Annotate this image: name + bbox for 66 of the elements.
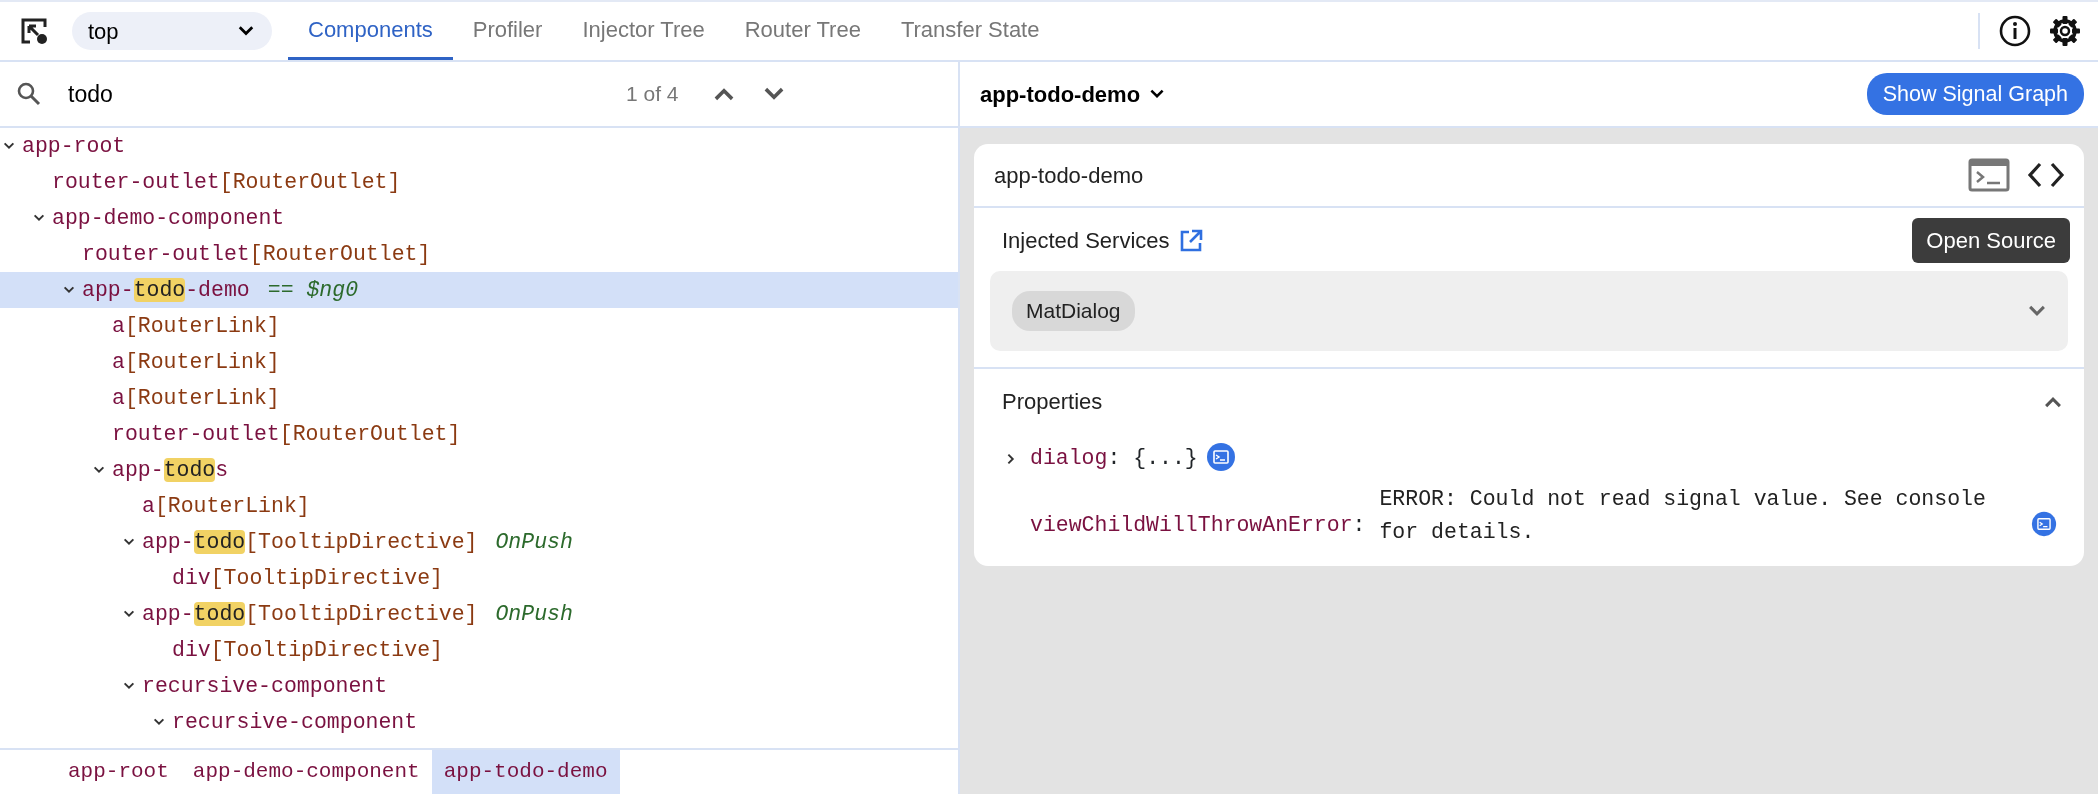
node-label: app-todo[TooltipDirective] bbox=[142, 528, 478, 556]
frame-dropdown[interactable]: top bbox=[72, 12, 272, 50]
tree-row[interactable]: router-outlet[RouterOutlet] bbox=[0, 236, 958, 272]
tree-row[interactable]: router-outlet[RouterOutlet] bbox=[0, 164, 958, 200]
tree-row[interactable]: app-todo[TooltipDirective] OnPush bbox=[0, 524, 958, 560]
match-count: 1 of 4 bbox=[626, 81, 679, 108]
tab[interactable]: Injector Tree bbox=[562, 2, 725, 60]
tree-row[interactable]: div[TooltipDirective] bbox=[0, 632, 958, 668]
tree-row[interactable]: app-demo-component bbox=[0, 200, 958, 236]
node-label: app-todo-demo bbox=[82, 276, 250, 304]
card-title: app-todo-demo bbox=[994, 161, 1144, 190]
property-key: viewChildWillThrowAnError bbox=[1030, 509, 1353, 542]
node-label: router-outlet[RouterOutlet] bbox=[112, 420, 461, 448]
console-icon[interactable] bbox=[1205, 442, 1236, 472]
tooltip: Open Source bbox=[1912, 218, 2070, 263]
node-label: app-todos bbox=[112, 456, 229, 484]
node-label: a[RouterLink] bbox=[112, 348, 280, 376]
node-label: div[TooltipDirective] bbox=[172, 636, 443, 664]
tree-row[interactable]: app-todos bbox=[0, 452, 958, 488]
node-label: recursive-component bbox=[142, 672, 388, 700]
tab[interactable]: Transfer State bbox=[880, 2, 1060, 60]
change-detection-label: OnPush bbox=[495, 600, 573, 628]
tree-row[interactable]: app-todo-demo == $ng0 bbox=[0, 272, 958, 308]
change-detection-label: OnPush bbox=[495, 528, 573, 556]
node-label: app-root bbox=[22, 132, 126, 160]
tree-row[interactable]: recursive-component bbox=[0, 668, 958, 704]
tree-row[interactable]: app-root bbox=[0, 128, 958, 164]
separator: : bbox=[1352, 512, 1366, 539]
section-title: Injected Services bbox=[1002, 227, 1170, 255]
node-label: app-demo-component bbox=[52, 204, 285, 232]
signal-graph-button[interactable]: Show Signal Graph bbox=[1866, 72, 2084, 116]
settings-icon[interactable] bbox=[2048, 14, 2082, 48]
info-icon[interactable] bbox=[1998, 14, 2032, 48]
node-label: a[RouterLink] bbox=[142, 492, 310, 520]
tree-row[interactable]: a[RouterLink] bbox=[0, 308, 958, 344]
console-icon[interactable] bbox=[1968, 158, 2010, 192]
tab[interactable]: Router Tree bbox=[724, 2, 881, 60]
tab[interactable]: Profiler bbox=[452, 2, 563, 60]
service-chip[interactable]: MatDialog bbox=[1012, 291, 1135, 331]
tree-row[interactable]: a[RouterLink] bbox=[0, 380, 958, 416]
node-label: router-outlet[RouterOutlet] bbox=[52, 168, 401, 196]
code-icon[interactable] bbox=[2026, 160, 2066, 190]
node-label: div[TooltipDirective] bbox=[172, 564, 443, 592]
node-label: a[RouterLink] bbox=[112, 384, 280, 412]
section-title: Properties bbox=[1002, 388, 1103, 416]
node-label: app-todo[TooltipDirective] bbox=[142, 600, 478, 628]
breadcrumb[interactable]: app-demo-component bbox=[180, 750, 432, 794]
services-panel[interactable]: MatDialog bbox=[990, 271, 2068, 351]
reference-label: == $ng0 bbox=[267, 276, 359, 304]
breadcrumb[interactable]: app-root bbox=[56, 750, 181, 794]
node-label: a[RouterLink] bbox=[112, 312, 280, 340]
tab[interactable]: Components bbox=[288, 2, 453, 60]
search-icon bbox=[16, 81, 42, 107]
console-icon[interactable] bbox=[2031, 511, 2058, 537]
property-entry: dialog: {...} bbox=[1030, 445, 1198, 472]
component-selector[interactable]: app-todo-demo bbox=[980, 77, 1167, 111]
property-value: ERROR: Could not read signal value. See console for details. bbox=[1379, 486, 1987, 547]
node-label: router-outlet[RouterOutlet] bbox=[82, 240, 431, 268]
tree-row[interactable]: div[TooltipDirective] bbox=[0, 560, 958, 596]
breadcrumb[interactable]: app-todo-demo bbox=[431, 750, 620, 794]
tree-row[interactable]: a[RouterLink] bbox=[0, 488, 958, 524]
tree-row[interactable]: recursive-component bbox=[0, 704, 958, 740]
node-label: recursive-component bbox=[172, 708, 418, 736]
tree-row[interactable]: a[RouterLink] bbox=[0, 344, 958, 380]
tree-row[interactable]: app-todo[TooltipDirective] OnPush bbox=[0, 596, 958, 632]
tree-row[interactable]: router-outlet[RouterOutlet] bbox=[0, 416, 958, 452]
